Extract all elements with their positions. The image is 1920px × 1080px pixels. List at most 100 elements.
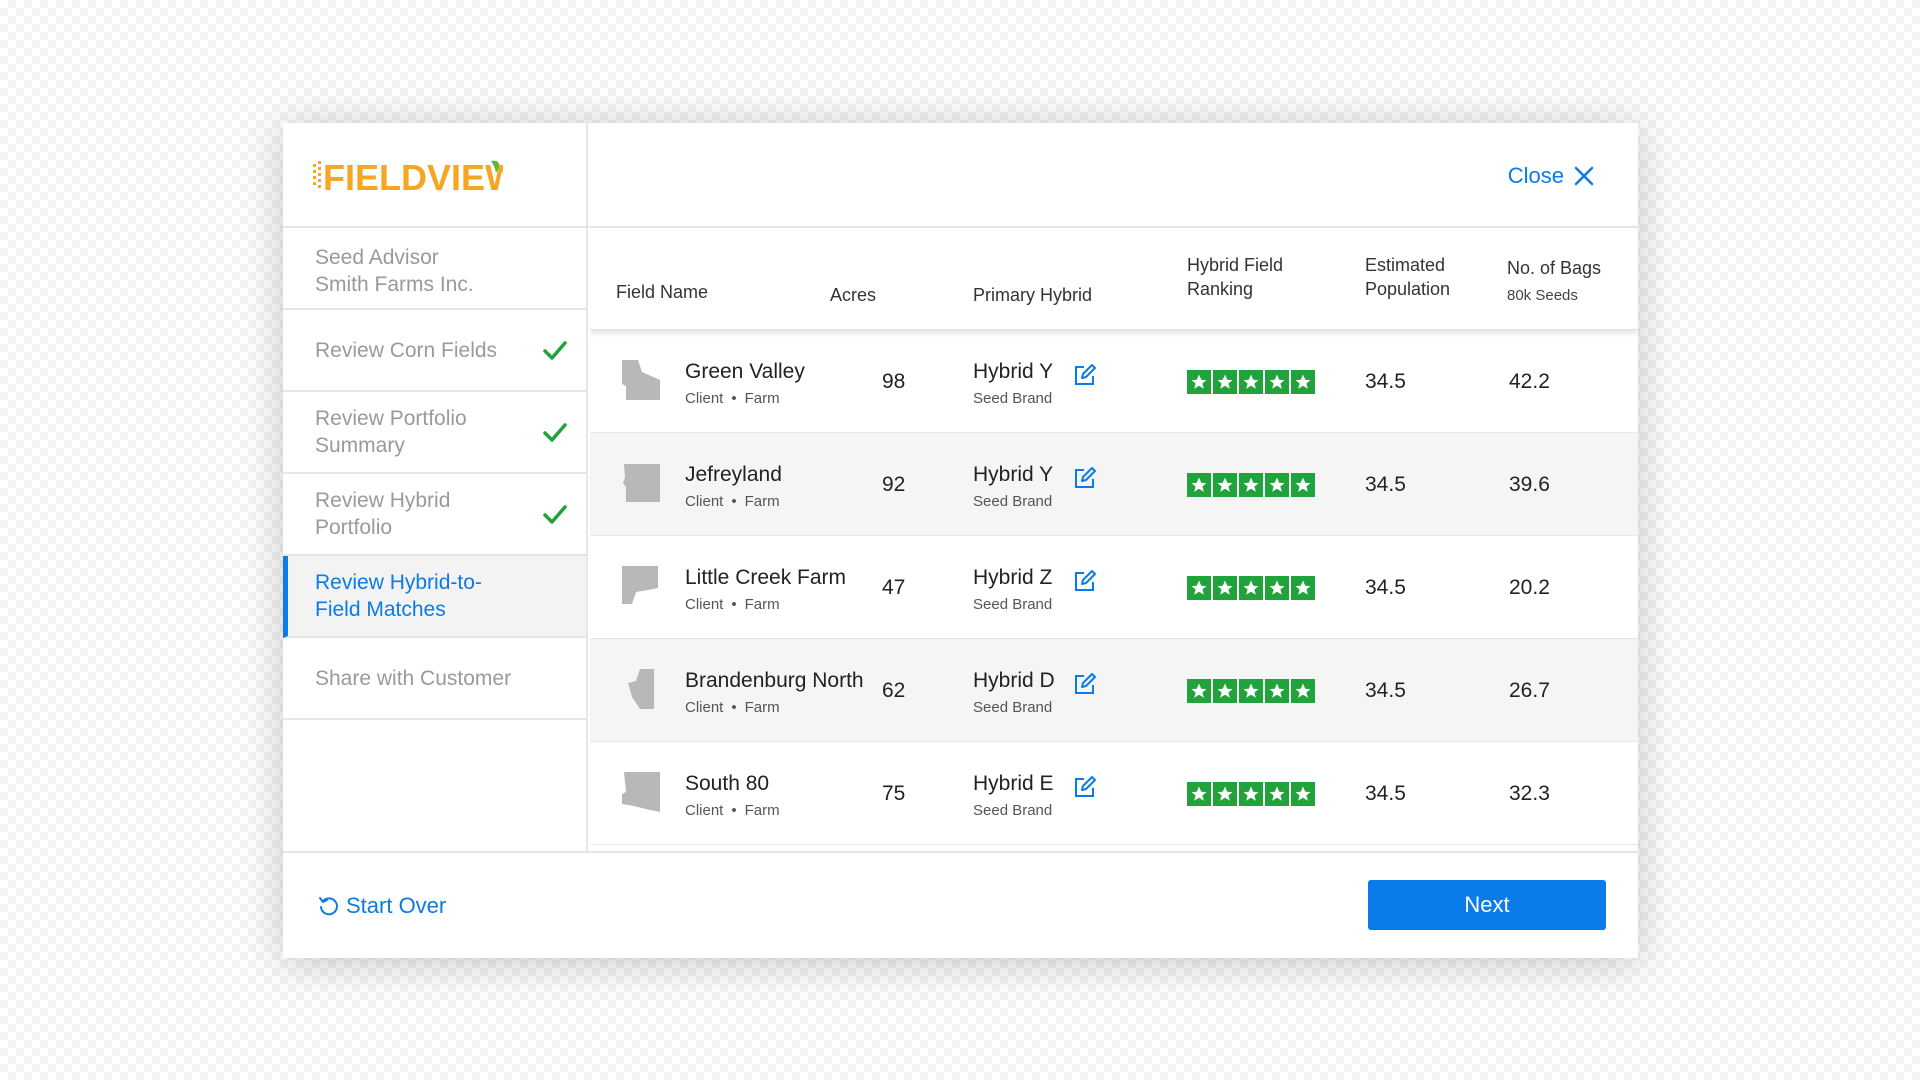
step-label: Review Hybrid Portfolio [315,489,451,539]
field-shape-icon [628,669,654,709]
star-icon [1291,576,1315,600]
star-icon [1291,370,1315,394]
hybrid-name: Hybrid D [973,669,1055,692]
client-label: Client [685,699,724,716]
client-label: Client [685,802,724,819]
star-icon [1213,576,1237,600]
ranking-stars [1187,782,1315,806]
field-shape-icon [623,464,660,502]
star-icon [1187,576,1211,600]
field-name: Green Valley [685,360,805,383]
next-button[interactable]: Next [1368,880,1606,930]
star-icon [1187,473,1211,497]
field-name: South 80 [685,772,770,795]
field-shape-icon [622,360,660,400]
field-name: Jefreyland [685,463,782,486]
table-row[interactable]: Little Creek Farm Client • Farm 47 Hybrid … [590,536,1638,639]
field-name: Little Creek Farm [685,566,847,589]
step-review-hybrid-to-field-matches[interactable]: Review Hybrid-to-Field Matches [283,556,586,638]
ranking-stars [1187,576,1315,600]
checkmark-icon [543,341,567,360]
client-label: Client [685,390,724,407]
star-icon [1265,370,1289,394]
hybrid-name: Hybrid Z [973,566,1053,589]
fieldview-logo-mark: FIELDVIEW [313,157,503,195]
ranking-stars [1187,473,1315,497]
star-icon [1187,782,1211,806]
bags-value: 42.2 [1509,370,1550,393]
col-bags-sub: 80k Seeds [1507,287,1578,304]
acres-value: 75 [882,782,906,805]
col-bags-label: No. of Bags [1507,258,1602,278]
star-icon [1265,782,1289,806]
edit-icon[interactable] [1073,672,1097,696]
checkmark-icon [543,505,567,524]
star-icon [1213,782,1237,806]
table-row[interactable]: South 80 Client • Farm 75 Hybrid E Seed Br… [590,742,1638,845]
acres-value: 92 [882,473,906,496]
table-row[interactable]: Brandenburg North Client • Farm 62 Hybrid … [590,639,1638,742]
col-hybrid-field-ranking: Hybrid Field Ranking [1187,253,1283,301]
logo-text: FIELDVIEW [323,157,503,195]
farm-label: Farm [744,596,780,613]
seed-brand: Seed Brand [973,802,1053,819]
hybrid-name: Hybrid E [973,772,1054,795]
population-value: 34.5 [1365,370,1406,393]
start-over-button[interactable]: Start Over [318,893,446,919]
col-ranking-line1: Hybrid Field [1187,255,1284,275]
field-client-farm: Client • Farm [685,390,780,407]
step-label: Review Hybrid-to-Field Matches [315,571,482,621]
field-shape-icon [622,566,658,604]
field-name: Brandenburg North [685,669,864,692]
population-value: 34.5 [1365,679,1406,702]
star-icon [1291,782,1315,806]
step-label: Review Portfolio Summary [315,407,467,457]
hybrid-name: Hybrid Y [973,360,1054,383]
advisor-title: Seed Advisor [315,246,439,269]
star-icon [1239,679,1263,703]
col-population-line1: Estimated [1365,255,1446,275]
edit-icon[interactable] [1073,363,1097,387]
close-button[interactable]: Close [1508,163,1594,189]
step-review-portfolio-summary[interactable]: Review Portfolio Summary [283,392,586,474]
ranking-stars [1187,679,1315,703]
seed-brand: Seed Brand [973,390,1053,407]
step-review-corn-fields[interactable]: Review Corn Fields [283,310,586,392]
edit-icon[interactable] [1073,775,1097,799]
population-value: 34.5 [1365,576,1406,599]
star-icon [1291,679,1315,703]
col-field-name: Field Name [616,282,709,302]
bags-value: 39.6 [1509,473,1550,496]
client-label: Client [685,493,724,510]
col-population-line2: Population [1365,279,1451,299]
star-icon [1187,679,1211,703]
col-primary-hybrid: Primary Hybrid [973,285,1093,305]
step-review-hybrid-portfolio[interactable]: Review Hybrid Portfolio [283,474,586,556]
step-label: Review Corn Fields [315,338,498,362]
farm-label: Farm [744,802,780,819]
edit-icon[interactable] [1073,466,1097,490]
step-share-with-customer[interactable]: Share with Customer [283,638,586,720]
star-icon [1265,679,1289,703]
star-icon [1239,370,1263,394]
star-icon [1239,473,1263,497]
advisor-client: Smith Farms Inc. [315,273,474,296]
modal-footer: Start Over Next [283,851,1638,958]
fieldview-logo: FIELDVIEW [283,123,586,228]
acres-value: 98 [882,370,906,393]
star-icon [1239,782,1263,806]
edit-icon[interactable] [1073,569,1097,593]
table-row[interactable]: Green Valley Client • Farm 98 Hybrid Y See… [590,330,1638,433]
field-client-farm: Client • Farm [685,802,780,819]
table-row[interactable]: Jefreyland Client • Farm 92 Hybrid Y Seed … [590,433,1638,536]
col-estimated-population: Estimated Population [1365,253,1450,301]
field-client-farm: Client • Farm [685,493,780,510]
top-bar: Close [588,123,1638,228]
field-shape-icon [622,772,660,812]
table-header: Field Name Acres Primary Hybrid Hybrid F… [590,228,1638,330]
acres-value: 62 [882,679,906,702]
advisor-info: Seed Advisor Smith Farms Inc. [283,228,586,310]
star-icon [1213,473,1237,497]
hybrid-name: Hybrid Y [973,463,1054,486]
farm-label: Farm [744,699,780,716]
